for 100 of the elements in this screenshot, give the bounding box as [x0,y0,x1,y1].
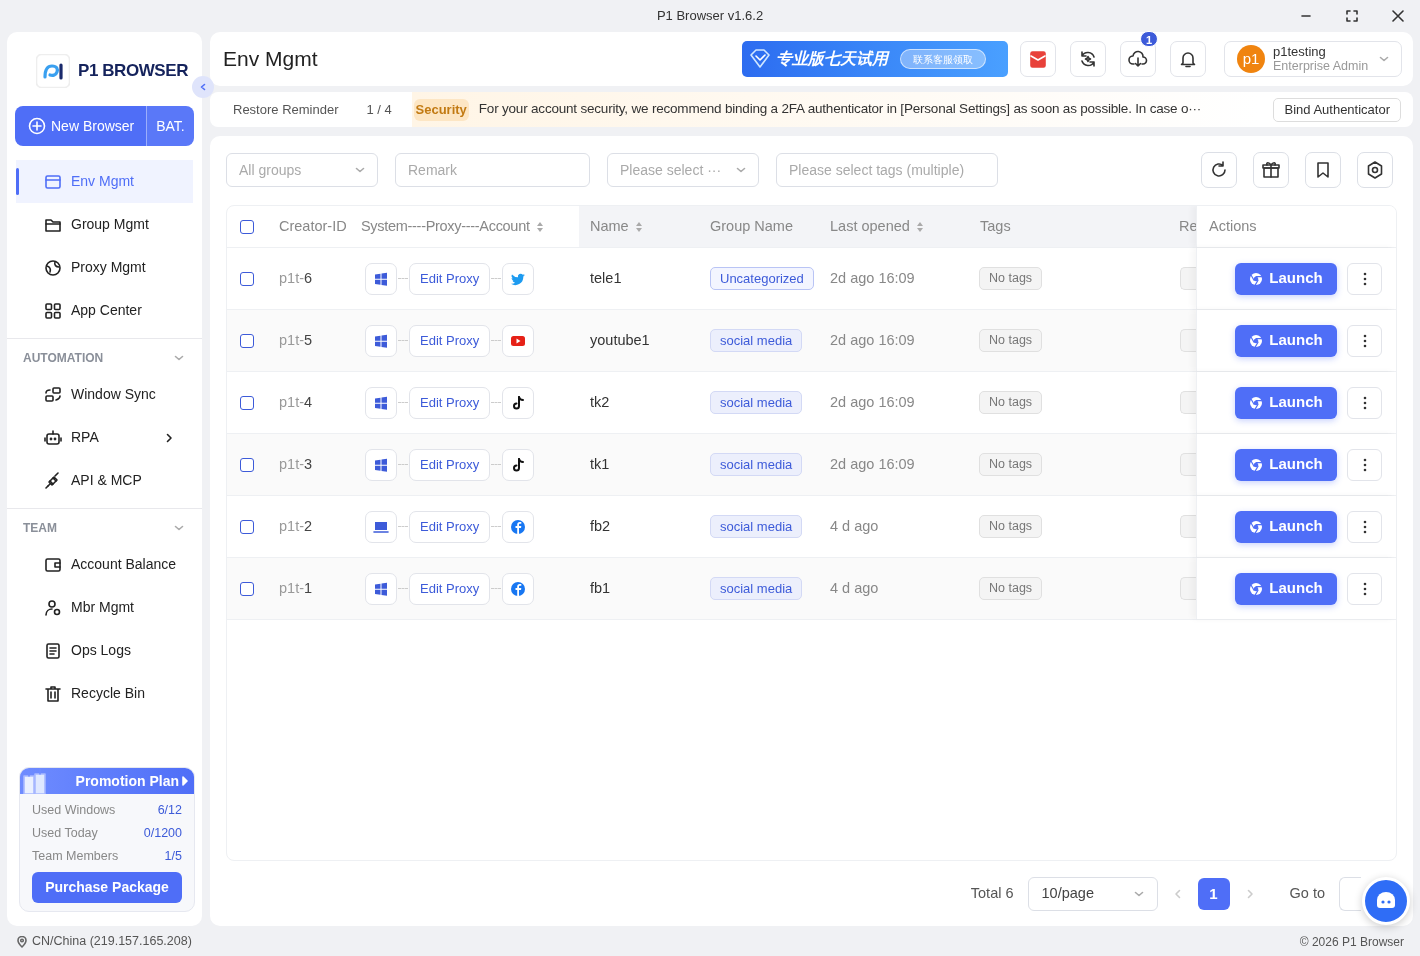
creator-id: p1t-2 [279,516,313,536]
account-button[interactable] [502,448,535,481]
checkbox[interactable] [240,395,254,410]
nav-item[interactable]: App Center [16,289,193,332]
launch-button[interactable]: Launch [1235,448,1337,481]
chevron-right-icon [1245,889,1254,899]
column-header: Name [590,216,629,236]
settings-button[interactable] [1357,152,1393,188]
stat-label: Used Windows [32,802,116,820]
checkbox[interactable] [240,271,254,286]
creator-id: p1t-6 [279,268,313,288]
windows-icon [373,456,389,473]
facebook-icon [510,518,527,535]
page-title: Env Mgmt [223,46,318,73]
nav-item[interactable]: API & MCP [16,459,193,502]
trial-banner[interactable]: 专业版七天试用 联系客服领取 [742,41,1008,77]
sort-icon [634,220,643,233]
more-vertical-icon [1362,333,1367,348]
plus-circle-icon [28,117,46,135]
checkbox[interactable] [240,333,254,348]
system-button[interactable] [365,448,397,481]
creator-id: p1t-5 [279,330,313,350]
refresh-button[interactable] [1201,152,1237,188]
bind-authenticator-button[interactable]: Bind Authenticator [1273,97,1401,122]
column-header: Creator-ID [279,216,347,236]
edit-proxy-button[interactable]: Edit Proxy [409,262,491,295]
edit-proxy-button[interactable]: Edit Proxy [409,572,491,605]
browser-icon [1249,519,1264,534]
section-header[interactable]: TEAM [7,513,202,543]
location-text: CN/China (219.157.165.208) [32,933,192,951]
launch-button[interactable]: Launch [1235,510,1337,543]
stat-value: 1/5 [164,848,182,866]
edit-proxy-button[interactable]: Edit Proxy [409,448,491,481]
sync-button[interactable] [1070,41,1106,77]
notice-pager: 1 / 4 [366,100,393,119]
stat-value: 6/12 [157,802,182,820]
gift-button[interactable] [1253,152,1289,188]
launch-button[interactable]: Launch [1235,572,1337,605]
envelope-button[interactable] [1020,41,1056,77]
more-vertical-icon [1362,581,1367,596]
system-button[interactable] [365,324,397,357]
nav-item[interactable]: Account Balance [16,543,193,586]
system-button[interactable] [365,262,397,295]
stat-label: Used Today [32,825,98,843]
account-button[interactable] [502,386,535,419]
group-tag: social media [710,453,803,476]
collapse-button[interactable] [192,76,214,98]
checkbox[interactable] [240,581,254,596]
section-header[interactable]: AUTOMATION [7,343,202,373]
checkbox[interactable] [240,457,254,472]
edit-proxy-button[interactable]: Edit Proxy [409,386,491,419]
new-browser-button[interactable]: New Browser [15,106,146,146]
bookmark-button[interactable] [1305,152,1341,188]
page-input[interactable] [1339,877,1361,911]
chevron-down-icon [355,166,365,174]
purchase-package-button[interactable]: Purchase Package [32,872,182,903]
envelope-icon [1028,49,1048,69]
launch-button[interactable]: Launch [1235,386,1337,419]
notification-badge: 1 [1140,31,1158,47]
launch-button[interactable]: Launch [1235,262,1337,295]
chevron-right-icon [165,432,173,443]
contact-pill: 联系客服领取 [900,49,986,69]
wallet-icon [44,555,62,574]
cloud-download-icon [1128,49,1148,69]
sync-icon [44,385,62,404]
chevron-down-icon [174,354,184,362]
system-button[interactable] [365,510,397,543]
browser-icon [1249,333,1264,348]
nav-item[interactable]: Mbr Mgmt [16,586,193,629]
notifications-button[interactable] [1170,41,1206,77]
page-button[interactable]: 1 [1197,878,1230,910]
column-header: Tags [980,216,1011,236]
system-button[interactable] [365,572,397,605]
batch-button[interactable]: BAT. [146,106,194,146]
windows-icon [373,394,389,411]
edit-proxy-button[interactable]: Edit Proxy [409,324,491,357]
promotion-plan-button[interactable]: Promotion Plan [20,768,194,794]
security-tag: Security [413,98,469,121]
nav-item[interactable]: Ops Logs [16,629,193,672]
system-button[interactable] [365,386,397,419]
music-note-icon [510,394,527,411]
nav-item[interactable]: Proxy Mgmt [16,246,193,289]
nav-item[interactable]: Group Mgmt [16,203,193,246]
group-tag: social media [710,577,803,600]
nav-item[interactable]: Window Sync [16,373,193,416]
user-menu[interactable]: p1 p1testing Enterprise Admin [1224,41,1402,77]
launch-button[interactable]: Launch [1235,324,1337,357]
copyright-text: © 2026 P1 Browser [1299,933,1404,951]
close-icon [1392,10,1404,22]
edit-proxy-button[interactable]: Edit Proxy [409,510,491,543]
checkbox[interactable] [240,519,254,534]
nav-item[interactable]: RPA [16,416,193,459]
last-opened-time: 2d ago 16:09 [830,454,915,474]
page-size-select[interactable]: 10/page [1027,877,1158,911]
windows-icon [373,580,389,597]
settings-icon [1365,160,1385,180]
nav-item[interactable]: Env Mgmt [16,160,193,203]
nav-item[interactable]: Recycle Bin [16,672,193,715]
tags-badge: No tags [979,515,1043,538]
checkbox[interactable] [240,219,254,234]
